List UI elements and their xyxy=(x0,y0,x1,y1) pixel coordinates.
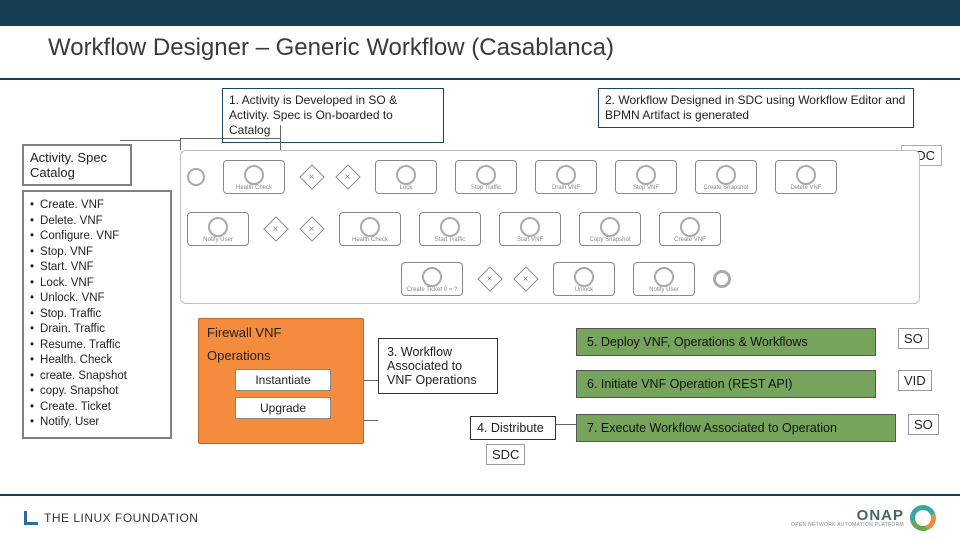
onap-subtext: OPEN NETWORK AUTOMATION PLATFORM xyxy=(791,523,904,528)
footer: THE LINUX FOUNDATION ONAP OPEN NETWORK A… xyxy=(0,494,960,540)
catalog-item: Drain. Traffic xyxy=(30,322,164,338)
step-5-box: 5. Deploy VNF, Operations & Workflows xyxy=(576,328,876,356)
catalog-item: Resume. Traffic xyxy=(30,338,164,354)
header-band xyxy=(0,0,960,26)
connector-line xyxy=(120,140,180,141)
connector-line xyxy=(364,420,378,421)
firewall-vnf-card: Firewall VNF Operations Instantiate Upgr… xyxy=(198,318,364,444)
bpmn-task: Stop Traffic xyxy=(455,160,517,194)
bpmn-gateway: × xyxy=(263,216,288,241)
bpmn-row: Notify User × × Health Check Start Traffic St… xyxy=(187,209,913,249)
catalog-item: Delete. VNF xyxy=(30,214,164,230)
linux-foundation-logo: THE LINUX FOUNDATION xyxy=(24,511,198,525)
onap-logo: ONAP OPEN NETWORK AUTOMATION PLATFORM xyxy=(791,505,936,531)
op-instantiate[interactable]: Instantiate xyxy=(235,369,331,391)
bpmn-task: Unlock xyxy=(553,262,615,296)
bpmn-task: Start VNF xyxy=(499,212,561,246)
bpmn-task: Lock xyxy=(375,160,437,194)
vid-tag: VID xyxy=(898,370,932,391)
bpmn-task: Delete VNF xyxy=(775,160,837,194)
bpmn-task: Notify User xyxy=(187,212,249,246)
catalog-item: Health. Check xyxy=(30,353,164,369)
bpmn-end-event xyxy=(713,270,731,288)
bpmn-gateway: × xyxy=(299,216,324,241)
bpmn-task: Create Ticket 0 = ? xyxy=(401,262,463,296)
bpmn-task: Create Snapshot xyxy=(695,160,757,194)
catalog-item: Start. VNF xyxy=(30,260,164,276)
catalog-item: Unlock. VNF xyxy=(30,291,164,307)
bpmn-gateway: × xyxy=(513,266,538,291)
bpmn-gateway: × xyxy=(335,164,360,189)
lf-text: THE LINUX FOUNDATION xyxy=(44,511,198,525)
bpmn-start-event xyxy=(187,168,205,186)
bpmn-gateway: × xyxy=(477,266,502,291)
onap-text: ONAP xyxy=(791,508,904,523)
step-2-box: 2. Workflow Designed in SDC using Workfl… xyxy=(598,88,914,128)
connector-line xyxy=(556,424,576,425)
step-4-box: 4. Distribute xyxy=(470,416,556,440)
bpmn-task: Stop VNF xyxy=(615,160,677,194)
bpmn-row: Health Check × × Lock Stop Traffic Drain VNF S… xyxy=(187,157,913,197)
bpmn-row: Create Ticket 0 = ? × × Unlock Notify User xyxy=(401,259,913,299)
vnf-title: Firewall VNF xyxy=(207,325,355,340)
catalog-item: Stop. VNF xyxy=(30,245,164,261)
connector-line xyxy=(280,125,281,150)
catalog-item: Create. VNF xyxy=(30,198,164,214)
catalog-item: Configure. VNF xyxy=(30,229,164,245)
bpmn-canvas: Health Check × × Lock Stop Traffic Drain VNF S… xyxy=(180,150,920,304)
catalog-item: create. Snapshot xyxy=(30,369,164,385)
catalog-title: Activity. Spec Catalog xyxy=(22,144,132,186)
onap-icon xyxy=(906,501,941,536)
connector-line xyxy=(180,138,280,139)
so-tag-1: SO xyxy=(898,328,929,349)
operations-label: Operations xyxy=(207,348,355,363)
title-band: Workflow Designer – Generic Workflow (Ca… xyxy=(0,26,960,72)
catalog-item: copy. Snapshot xyxy=(30,384,164,400)
catalog-item: Notify. User xyxy=(30,415,164,431)
step-7-box: 7. Execute Workflow Associated to Operat… xyxy=(576,414,896,442)
so-tag-2: SO xyxy=(908,414,939,435)
sdc-tag: SDC xyxy=(486,444,525,465)
bpmn-task: Create VNF xyxy=(659,212,721,246)
op-upgrade[interactable]: Upgrade xyxy=(235,397,331,419)
step-1-box: 1. Activity is Developed in SO & Activit… xyxy=(222,88,444,143)
operations-group: Operations Instantiate Upgrade xyxy=(207,348,355,419)
slide-root: Workflow Designer – Generic Workflow (Ca… xyxy=(0,0,960,540)
bpmn-task: Copy Snapshot xyxy=(579,212,641,246)
bpmn-task: Notify User xyxy=(633,262,695,296)
lf-icon xyxy=(24,511,38,525)
page-title: Workflow Designer – Generic Workflow (Ca… xyxy=(48,34,934,62)
content-area: 1. Activity is Developed in SO & Activit… xyxy=(0,80,960,500)
connector-line xyxy=(364,380,378,381)
bpmn-task: Health Check xyxy=(339,212,401,246)
catalog-item: Create. Ticket xyxy=(30,400,164,416)
step-3-box: 3. Workflow Associated to VNF Operations xyxy=(378,338,498,394)
step-6-box: 6. Initiate VNF Operation (REST API) xyxy=(576,370,876,398)
bpmn-task: Drain VNF xyxy=(535,160,597,194)
bpmn-task: Start Traffic xyxy=(419,212,481,246)
bpmn-gateway: × xyxy=(299,164,324,189)
catalog-list: Create. VNFDelete. VNFConfigure. VNFStop… xyxy=(22,190,172,439)
connector-line xyxy=(180,138,181,150)
bpmn-task: Health Check xyxy=(223,160,285,194)
catalog-item: Stop. Traffic xyxy=(30,307,164,323)
catalog-item: Lock. VNF xyxy=(30,276,164,292)
